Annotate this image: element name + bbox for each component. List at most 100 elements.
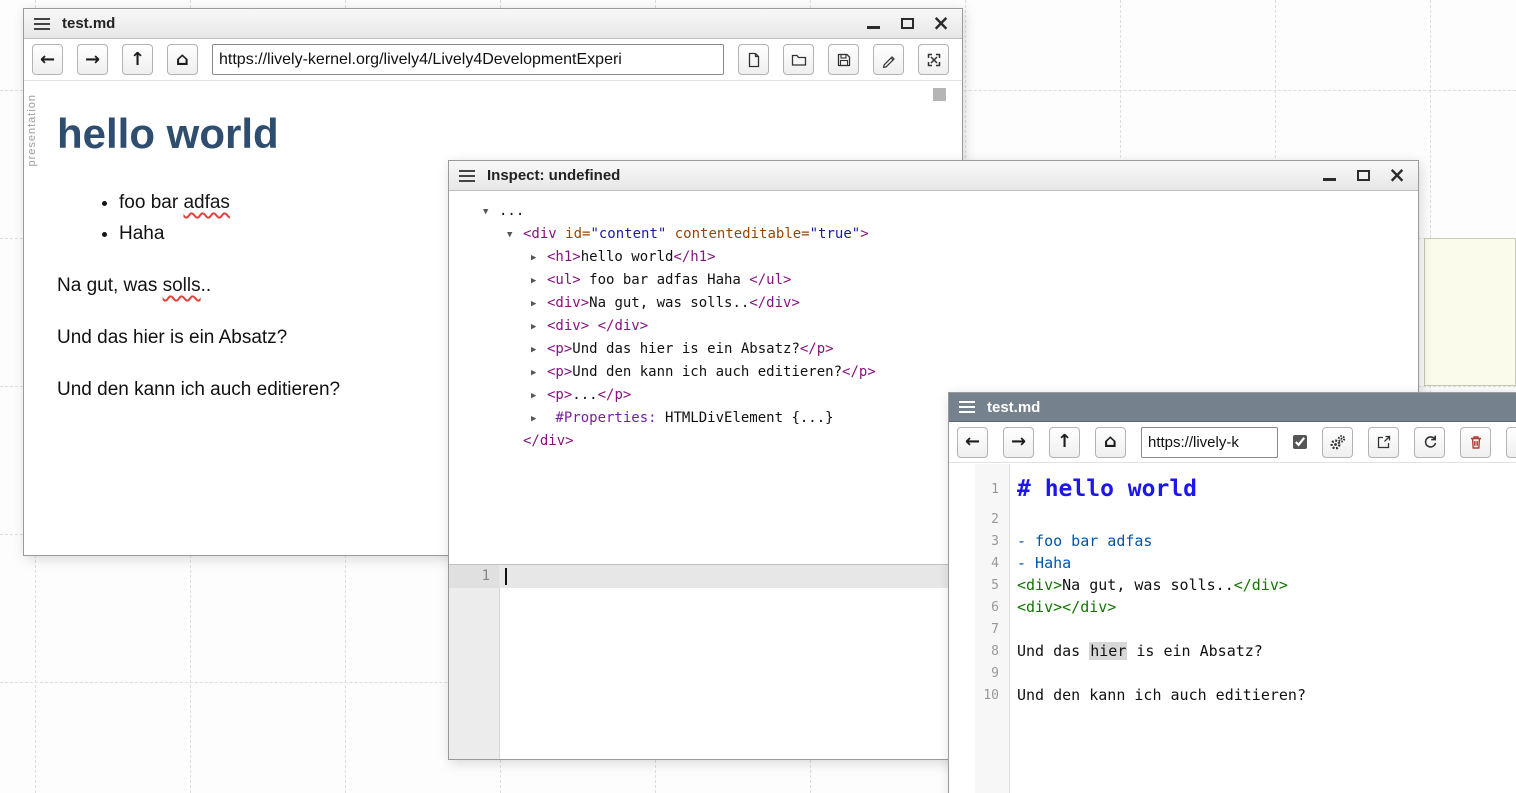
new-file-button[interactable] (1506, 427, 1516, 458)
gears-icon (1329, 434, 1346, 451)
up-button[interactable]: ↑ (1049, 427, 1080, 458)
code-line[interactable]: <div>Na gut, was solls..</div> (1009, 576, 1288, 594)
text-run: <div (523, 226, 565, 242)
code-line[interactable]: Und das hier is ein Absatz? (1009, 642, 1263, 660)
maximize-icon (901, 18, 914, 29)
text-run: <p> (547, 387, 572, 403)
tree-node[interactable]: ▶<p>Und den kann ich auch editieren?</p> (475, 361, 1418, 384)
text-run: </div> (1062, 598, 1116, 616)
save-icon (836, 52, 852, 68)
tree-node[interactable]: ▼... (475, 200, 1418, 223)
url-input[interactable] (1141, 427, 1278, 458)
titlebar-inspector[interactable]: Inspect: undefined × (449, 161, 1418, 191)
delete-button[interactable] (1460, 427, 1491, 458)
close-button[interactable]: × (932, 15, 950, 33)
scroll-handle[interactable] (933, 88, 946, 101)
background-panel (1424, 238, 1516, 386)
code-line[interactable]: <div></div> (1009, 598, 1116, 616)
expand-icon[interactable]: ▶ (531, 385, 547, 407)
expand-icon (926, 52, 942, 68)
expand-icon[interactable]: ▶ (531, 339, 547, 361)
expand-icon[interactable]: ▶ (531, 270, 547, 292)
back-button[interactable]: ← (32, 44, 63, 75)
window-markdown-editor: test.md ← → ↑ ⌂ 1# (948, 392, 1516, 793)
text-cursor (505, 568, 507, 585)
line-number: 3 (949, 534, 1009, 549)
tree-node[interactable]: ▶<p>Und das hier is ein Absatz?</p> (475, 338, 1418, 361)
fullscreen-button[interactable] (918, 44, 949, 75)
expand-icon[interactable]: ▶ (531, 408, 547, 430)
text-run: <p> (547, 364, 572, 380)
expand-icon[interactable]: ▶ (531, 247, 547, 269)
back-button[interactable]: ← (957, 427, 988, 458)
save-button[interactable] (828, 44, 859, 75)
text-run (666, 226, 674, 242)
navigation-toolbar: ← → ↑ ⌂ (24, 39, 962, 81)
tree-node[interactable]: ▶<h1>hello world</h1> (475, 246, 1418, 269)
text-run: .. (201, 275, 212, 296)
refresh-icon (1422, 434, 1438, 450)
text-run: hier (1089, 642, 1127, 660)
text-run: </div> (598, 318, 649, 334)
editor-lines: 1# hello world23- foo bar adfas4- Haha5<… (949, 470, 1516, 706)
titlebar-preview[interactable]: test.md × (24, 9, 962, 39)
navigation-toolbar: ← → ↑ ⌂ (949, 422, 1516, 463)
home-button[interactable]: ⌂ (1095, 427, 1126, 458)
desktop-background: test.md × ← → ↑ ⌂ (0, 0, 1516, 793)
url-input[interactable] (212, 44, 724, 75)
text-run: Na gut, was solls.. (1062, 576, 1234, 594)
menu-icon[interactable] (959, 401, 975, 413)
text-run: solls (163, 275, 201, 296)
close-button[interactable]: × (1388, 167, 1406, 185)
forward-icon: → (85, 51, 100, 69)
expand-icon[interactable]: ▶ (531, 316, 547, 338)
options-checkbox[interactable] (1293, 435, 1307, 449)
pencil-icon (881, 52, 897, 68)
code-line[interactable]: Und den kann ich auch editieren? (1009, 686, 1306, 704)
up-button[interactable]: ↑ (122, 44, 153, 75)
text-run: ... (572, 387, 597, 403)
up-icon: ↑ (1057, 433, 1072, 451)
line-number: 1 (449, 565, 499, 588)
minimize-icon (1323, 178, 1336, 181)
text-run: "content" (590, 226, 666, 242)
text-run: > (860, 226, 868, 242)
text-run: contenteditable= (675, 226, 810, 242)
tree-node[interactable]: ▼<div id="content" contenteditable="true… (475, 223, 1418, 246)
reload-button[interactable] (1414, 427, 1445, 458)
forward-button[interactable]: → (77, 44, 108, 75)
code-line[interactable]: - foo bar adfas (1009, 532, 1152, 550)
markdown-editor[interactable]: 1# hello world23- foo bar adfas4- Haha5<… (949, 464, 1516, 793)
back-icon: ← (40, 51, 55, 69)
settings-button[interactable] (1322, 427, 1353, 458)
folder-icon (791, 52, 807, 68)
line-number: 4 (949, 556, 1009, 571)
tree-node[interactable]: ▶<div> </div> (475, 315, 1418, 338)
text-run: </h1> (673, 249, 715, 265)
menu-icon[interactable] (34, 18, 50, 30)
new-file-button[interactable] (738, 44, 769, 75)
editor-row: 6<div></div> (949, 596, 1516, 618)
code-line[interactable]: - Haha (1009, 554, 1071, 572)
tree-node[interactable]: ▶<div>Na gut, was solls..</div> (475, 292, 1418, 315)
console-active-line[interactable] (499, 565, 957, 588)
open-external-button[interactable] (1368, 427, 1399, 458)
expand-icon[interactable]: ▶ (531, 362, 547, 384)
text-run: Und das hier is ein Absatz? (572, 341, 800, 357)
edit-button[interactable] (873, 44, 904, 75)
text-run: # hello world (1017, 476, 1197, 502)
titlebar-editor[interactable]: test.md (949, 393, 1516, 422)
expand-icon[interactable]: ▶ (531, 293, 547, 315)
folder-button[interactable] (783, 44, 814, 75)
tree-node[interactable]: ▶<ul> foo bar adfas Haha </ul> (475, 269, 1418, 292)
maximize-button[interactable] (898, 15, 916, 33)
home-button[interactable]: ⌂ (167, 44, 198, 75)
code-line[interactable]: # hello world (1009, 476, 1197, 502)
collapse-icon[interactable]: ▼ (483, 201, 499, 223)
collapse-icon[interactable]: ▼ (507, 224, 523, 246)
minimize-button[interactable] (1320, 167, 1338, 185)
menu-icon[interactable] (459, 170, 475, 182)
forward-button[interactable]: → (1003, 427, 1034, 458)
minimize-button[interactable] (864, 15, 882, 33)
maximize-button[interactable] (1354, 167, 1372, 185)
